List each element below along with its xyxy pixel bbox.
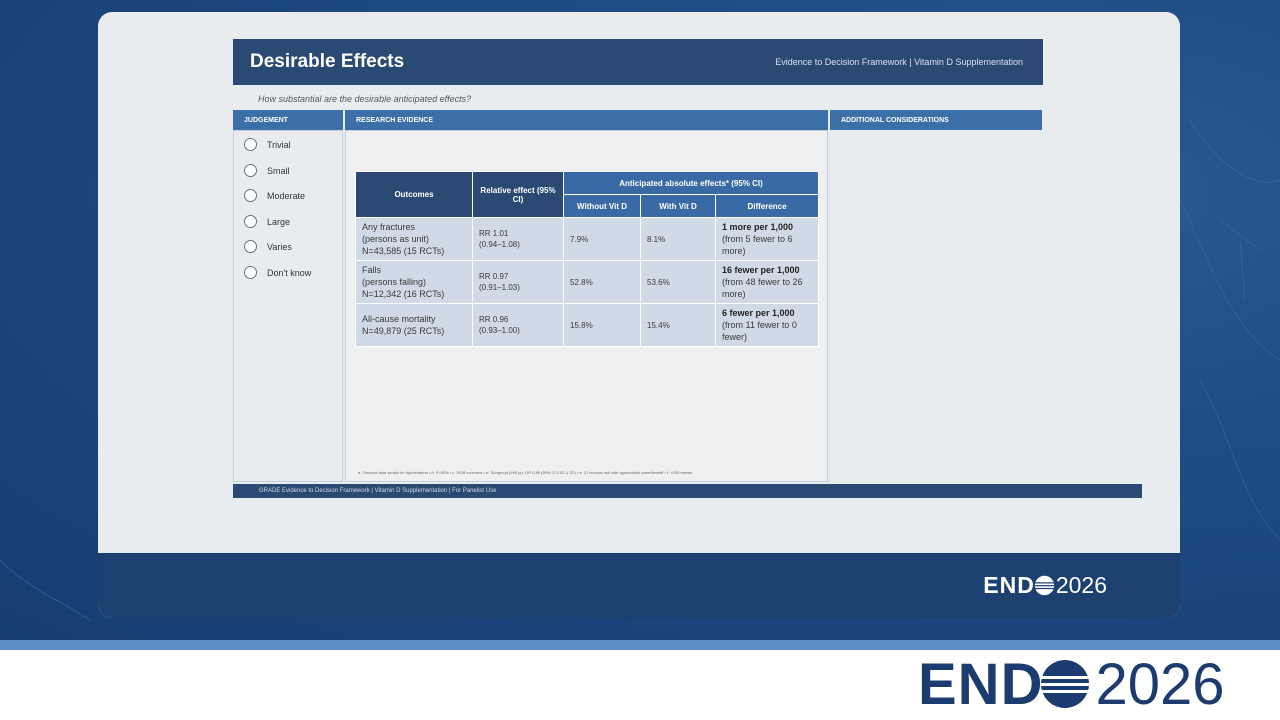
radio-button[interactable] xyxy=(244,138,257,151)
research-header: RESEARCH EVIDENCE xyxy=(345,110,828,130)
evidence-table: Outcomes Relative effect (95% CI) Antici… xyxy=(355,171,819,347)
rr-value: RR 0.96 xyxy=(479,315,509,324)
table-row: Falls (persons falling) N=12,342 (16 RCT… xyxy=(355,260,819,304)
outcome-cell: Falls (persons falling) N=12,342 (16 RCT… xyxy=(355,260,473,304)
difference-main: 1 more per 1,000 xyxy=(722,222,794,232)
divider-stripe xyxy=(0,640,1280,650)
ci-value: (0.91–1.03) xyxy=(479,283,520,292)
slide-header: Desirable Effects Evidence to Decision F… xyxy=(233,39,1043,85)
without-header: Without Vit D xyxy=(563,194,641,218)
slide-footer-bar: GRADE Evidence to Decision Framework | V… xyxy=(233,484,1142,498)
relative-effect-cell: RR 0.96 (0.93–1.00) xyxy=(472,303,564,347)
difference-main: 16 fewer per 1,000 xyxy=(722,265,800,275)
option-label: Moderate xyxy=(267,190,306,201)
logo-end-text: END xyxy=(983,572,1035,598)
ci-value: (0.94–1.08) xyxy=(479,240,520,249)
outcome-name: Falls xyxy=(362,265,382,275)
slide-title: Desirable Effects xyxy=(250,51,405,72)
outcome-n: N=43,585 (15 RCTs) xyxy=(362,246,445,256)
radio-button[interactable] xyxy=(244,189,257,202)
logo-year-text: 2026 xyxy=(1095,651,1225,717)
outcomes-header: Outcomes xyxy=(355,171,473,218)
difference-cell: 1 more per 1,000 (from 5 fewer to 6 more… xyxy=(715,217,819,261)
option-label: Varies xyxy=(267,241,292,252)
radio-button[interactable] xyxy=(244,215,257,228)
anticipated-header: Anticipated absolute effects* (95% CI) xyxy=(563,171,819,195)
difference-header: Difference xyxy=(715,194,819,218)
logo-end-text: END xyxy=(918,651,1044,717)
outcome-name: All-cause mortality xyxy=(362,314,436,324)
radio-button[interactable] xyxy=(244,240,257,253)
difference-range: (from 5 fewer to 6 more) xyxy=(722,234,793,256)
without-cell: 15.8% xyxy=(563,303,641,347)
option-varies[interactable]: Varies xyxy=(244,240,292,253)
relative-effect-header: Relative effect (95% CI) xyxy=(472,171,564,218)
header-subtitle: Evidence to Decision Framework | Vitamin… xyxy=(775,57,1023,67)
without-cell: 7.9% xyxy=(563,217,641,261)
difference-range: (from 48 fewer to 26 more) xyxy=(722,277,803,299)
endo-logo-small: END 2026 xyxy=(983,572,1107,599)
option-label: Trivial xyxy=(267,139,291,150)
footnote: a. Fracture data similar for hip/vertebr… xyxy=(358,470,693,475)
globe-icon xyxy=(1034,575,1055,596)
with-header: With Vit D xyxy=(640,194,716,218)
rr-value: RR 0.97 xyxy=(479,272,509,281)
outcome-detail: (persons falling) xyxy=(362,277,427,287)
additional-panel xyxy=(830,130,1042,482)
with-cell: 15.4% xyxy=(640,303,716,347)
option-label: Don't know xyxy=(267,267,312,278)
with-cell: 53.6% xyxy=(640,260,716,304)
outcome-cell: Any fractures (persons as unit) N=43,585… xyxy=(355,217,473,261)
outcome-detail: N=49,879 (25 RCTs) xyxy=(362,326,445,336)
judgement-header: JUDGEMENT xyxy=(233,110,343,130)
option-trivial[interactable]: Trivial xyxy=(244,138,291,151)
logo-year-text: 2026 xyxy=(1055,572,1107,598)
option-large[interactable]: Large xyxy=(244,215,290,228)
judgement-panel xyxy=(233,130,343,482)
radio-button[interactable] xyxy=(244,266,257,279)
without-cell: 52.8% xyxy=(563,260,641,304)
outcome-detail: (persons as unit) xyxy=(362,234,430,244)
radio-button[interactable] xyxy=(244,164,257,177)
difference-cell: 6 fewer per 1,000 (from 11 fewer to 0 fe… xyxy=(715,303,819,347)
difference-range: (from 11 fewer to 0 fewer) xyxy=(722,320,797,342)
table-row: Any fractures (persons as unit) N=43,585… xyxy=(355,217,819,261)
globe-icon xyxy=(1041,660,1090,708)
additional-header: ADDITIONAL CONSIDERATIONS xyxy=(830,110,1042,130)
outcome-n: N=12,342 (16 RCTs) xyxy=(362,289,445,299)
question-text: How substantial are the desirable antici… xyxy=(258,94,472,104)
option-dont-know[interactable]: Don't know xyxy=(244,266,311,279)
relative-effect-cell: RR 1.01 (0.94–1.08) xyxy=(472,217,564,261)
option-label: Large xyxy=(267,216,291,227)
ci-value: (0.93–1.00) xyxy=(479,326,520,335)
table-row: All-cause mortality N=49,879 (25 RCTs) R… xyxy=(355,303,819,347)
relative-effect-cell: RR 0.97 (0.91–1.03) xyxy=(472,260,564,304)
endo-logo-large: END 2026 xyxy=(918,651,1225,717)
rr-value: RR 1.01 xyxy=(479,229,509,238)
difference-cell: 16 fewer per 1,000 (from 48 fewer to 26 … xyxy=(715,260,819,304)
option-label: Small xyxy=(267,165,290,176)
option-moderate[interactable]: Moderate xyxy=(244,189,305,202)
outcome-cell: All-cause mortality N=49,879 (25 RCTs) xyxy=(355,303,473,347)
with-cell: 8.1% xyxy=(640,217,716,261)
difference-main: 6 fewer per 1,000 xyxy=(722,308,795,318)
option-small[interactable]: Small xyxy=(244,164,290,177)
outcome-name: Any fractures xyxy=(362,222,416,232)
slide-card: Desirable Effects Evidence to Decision F… xyxy=(98,12,1180,618)
